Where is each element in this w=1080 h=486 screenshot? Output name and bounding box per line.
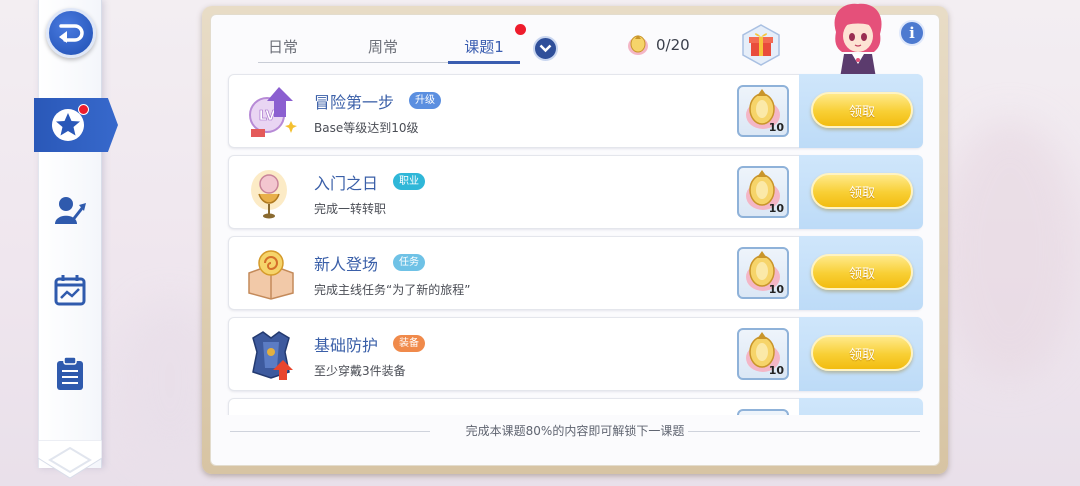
topic-dropdown-button[interactable] [533,36,558,61]
quest-title: 入门之日 [314,174,379,193]
info-icon: i [909,24,915,42]
claim-button-label: 领取 [848,266,875,282]
claim-button-label: 领取 [848,347,875,363]
quest-tag: 任务 [393,254,425,271]
quest-title: 基础防护 [314,336,379,355]
background-decor [940,120,1080,380]
quest-row: 基础防护 装备 至少穿戴3件装备 10 领取 [228,317,923,391]
quest-tag: 升级 [409,92,441,109]
claim-button[interactable]: 领取 [811,335,913,371]
reward-item[interactable]: 10 [737,166,789,218]
chevron-down-icon [539,44,552,53]
clipboard-list-icon [57,356,83,390]
level-up-icon: LV [249,87,297,137]
quest-row-partial [228,398,923,415]
character-growth-icon [55,197,86,224]
badge-icon [628,35,648,55]
claim-area [799,398,923,415]
sidebar-item-achievement[interactable] [34,98,118,152]
quest-list[interactable]: LV 冒险第一步 升级 Base等级达到10级 10 领取 入门之日 职业 完成… [226,70,924,415]
reward-item[interactable]: 10 [737,328,789,380]
quest-title: 冒险第一步 [314,93,395,112]
quest-book-icon [248,250,294,300]
quest-tag: 职业 [393,173,425,190]
tab-label: 日常 [267,38,298,56]
claim-area: 领取 [799,317,923,391]
reward-item[interactable]: 10 [737,85,789,137]
quest-row: LV 冒险第一步 升级 Base等级达到10级 10 领取 [228,74,923,148]
claim-area: 领取 [799,74,923,148]
claim-button-label: 领取 [848,104,875,120]
reward-count: 10 [768,121,784,134]
tab-daily[interactable]: 日常 [258,36,308,62]
claim-button-label: 领取 [848,185,875,201]
unlock-hint: 完成本课题80%的内容即可解锁下一课题 [465,424,685,438]
svg-text:LV: LV [259,109,276,124]
quest-row: 新人登场 任务 完成主线任务“为了新的旅程” 10 领取 [228,236,923,310]
reward-count: 10 [768,283,784,296]
claim-button[interactable]: 领取 [811,173,913,209]
progress-counter: 0/20 [626,33,690,57]
back-button[interactable] [46,8,96,58]
tab-weekly[interactable]: 周常 [358,36,408,62]
quest-description: Base等级达到10级 [314,121,419,135]
reward-count: 10 [768,364,784,377]
tab-label: 课题1 [464,38,504,56]
quest-description: 完成主线任务“为了新的旅程” [314,283,471,297]
armor-icon [252,331,293,380]
tab-label: 周常 [367,38,398,56]
active-tab-underline [448,61,520,64]
quest-description: 完成一转转职 [314,202,387,216]
quest-row: 入门之日 职业 完成一转转职 10 领取 [228,155,923,229]
quest-description: 至少穿戴3件装备 [314,364,406,378]
counter-value: 0/20 [656,36,690,54]
tab-topic[interactable]: 课题1 [454,36,514,62]
info-button[interactable]: i [899,20,925,46]
sidebar-item-notes[interactable] [38,350,102,398]
claim-button[interactable]: 领取 [811,254,913,290]
job-change-icon [251,170,287,219]
sidebar-item-calendar[interactable] [38,266,102,314]
calendar-chart-icon [54,275,86,306]
alert-dot [78,104,89,115]
reward-item[interactable]: 10 [737,247,789,299]
claim-area: 领取 [799,236,923,310]
reward-item[interactable] [737,409,789,415]
quest-title: 新人登场 [314,255,379,274]
claim-area: 领取 [799,155,923,229]
claim-button[interactable]: 领取 [811,92,913,128]
gift-box-icon [742,24,780,66]
tab-alert-dot [515,24,526,35]
gift-button[interactable] [741,24,781,66]
reward-count: 10 [768,202,784,215]
sidebar-bottom-chevron [38,440,102,479]
sidebar-item-character[interactable] [38,186,102,234]
quest-tag: 装备 [393,335,425,352]
back-arrow-icon [59,24,84,43]
